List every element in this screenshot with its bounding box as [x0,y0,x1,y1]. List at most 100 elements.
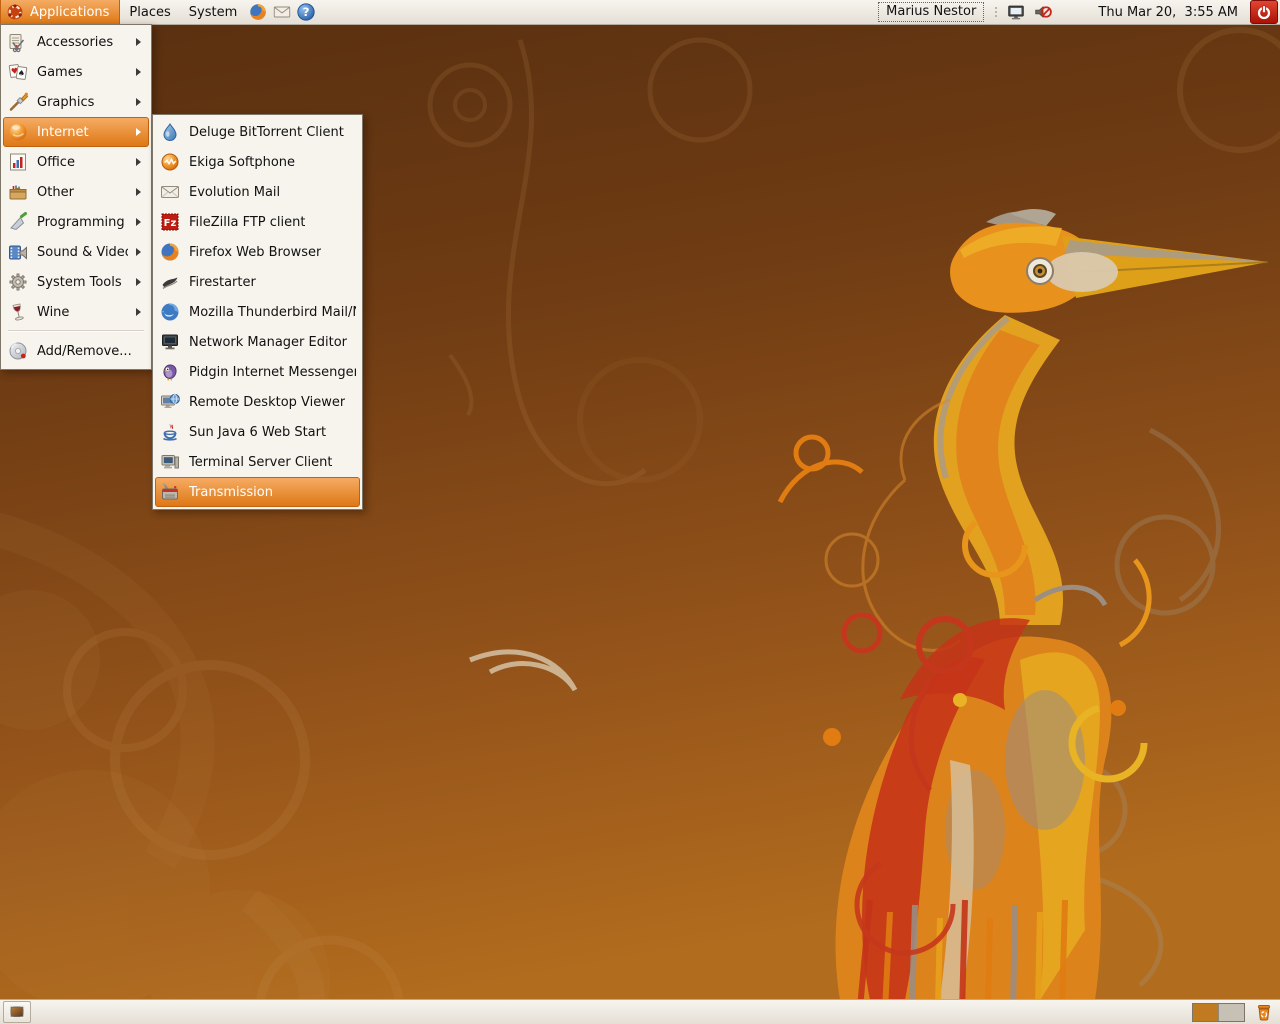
submenu-arrow-icon [136,278,141,286]
menu-item-label: Evolution Mail [189,185,280,200]
submenu-arrow-icon [136,308,141,316]
menu-item-label: Terminal Server Client [189,455,332,470]
system-menu-button[interactable]: System [180,0,246,24]
menu-item-network-manager[interactable]: Network Manager Editor [155,327,360,357]
menu-item-label: FileZilla FTP client [189,215,305,230]
filezilla-icon: Fz [159,211,181,233]
network-monitor-icon [159,331,181,353]
menu-item-add-remove[interactable]: Add/Remove... [3,335,149,367]
menu-item-label: Network Manager Editor [189,335,347,350]
trash-applet[interactable] [1252,1000,1276,1024]
display-indicator[interactable] [1004,0,1028,24]
menu-item-games[interactable]: ♥ ♠ Games [3,57,149,87]
menu-item-remote-desktop[interactable]: Remote Desktop Viewer [155,387,360,417]
bottom-panel [0,999,1280,1024]
places-menu-label: Places [129,5,170,20]
add-remove-cd-icon [7,340,29,362]
submenu-arrow-icon [136,38,141,46]
games-icon: ♥ ♠ [7,61,29,83]
show-desktop-button[interactable] [3,1001,31,1023]
menu-item-other[interactable]: Other [3,177,149,207]
ubuntu-logo-icon [6,3,24,21]
submenu-arrow-icon [136,188,141,196]
remote-desktop-icon [159,391,181,413]
menu-item-deluge[interactable]: Deluge BitTorrent Client [155,117,360,147]
pidgin-icon [159,361,181,383]
other-toolbox-icon [7,181,29,203]
menu-item-sound-video[interactable]: Sound & Video [3,237,149,267]
menu-item-ekiga[interactable]: Ekiga Softphone [155,147,360,177]
applications-menu-button[interactable]: Applications [0,0,120,24]
menu-item-programming[interactable]: Programming [3,207,149,237]
firefox-icon [159,241,181,263]
firefox-launcher[interactable] [246,0,270,24]
internet-submenu: Deluge BitTorrent Client Ekiga Softphone… [152,114,363,510]
svg-text:?: ? [303,5,310,19]
volume-indicator[interactable] [1031,0,1055,24]
menu-item-label: Deluge BitTorrent Client [189,125,344,140]
applet-handle[interactable] [995,7,997,17]
java-icon [159,421,181,443]
menu-item-internet[interactable]: Internet [3,117,149,147]
shutdown-button[interactable] [1250,0,1278,24]
system-menu-label: System [189,5,237,20]
menu-item-label: Sun Java 6 Web Start [189,425,326,440]
menu-item-label: Mozilla Thunderbird Mail/News [189,305,356,320]
show-desktop-icon [9,1004,25,1020]
desktop-screen: Applications Places System [0,0,1280,1024]
clock-label: Thu Mar 20, 3:55 AM [1098,5,1238,20]
internet-globe-icon [7,121,29,143]
clock[interactable]: Thu Mar 20, 3:55 AM [1058,0,1245,35]
menu-item-terminal-server[interactable]: Terminal Server Client [155,447,360,477]
menu-item-label: Firestarter [189,275,256,290]
menu-item-evolution[interactable]: Evolution Mail [155,177,360,207]
menu-item-label: Internet [37,125,89,140]
evolution-envelope-icon [159,181,181,203]
transmission-icon [159,481,181,503]
menu-item-firestarter[interactable]: Firestarter [155,267,360,297]
help-launcher[interactable]: ? [294,0,318,24]
office-icon [7,151,29,173]
menu-item-accessories[interactable]: Accessories [3,27,149,57]
menu-item-wine[interactable]: Wine [3,297,149,327]
applications-menu: Accessories ♥ ♠ Games [0,24,152,370]
top-panel-left: Applications Places System [0,0,318,24]
menu-item-firefox[interactable]: Firefox Web Browser [155,237,360,267]
user-switcher-button[interactable]: Marius Nestor [878,2,984,22]
menu-item-label: Programming [37,215,125,230]
trash-icon [1254,1002,1274,1022]
menu-item-pidgin[interactable]: Pidgin Internet Messenger [155,357,360,387]
menu-item-label: Firefox Web Browser [189,245,321,260]
thunderbird-icon [159,301,181,323]
svg-text:♠: ♠ [17,68,25,78]
workspace-1[interactable] [1193,1004,1218,1021]
menu-item-office[interactable]: Office [3,147,149,177]
menu-item-label: System Tools [37,275,122,290]
user-name-label: Marius Nestor [886,4,976,19]
menu-item-sun-java[interactable]: Sun Java 6 Web Start [155,417,360,447]
menu-item-thunderbird[interactable]: Mozilla Thunderbird Mail/News [155,297,360,327]
evolution-mail-launcher[interactable] [270,0,294,24]
programming-trowel-icon [7,211,29,233]
sound-video-icon [7,241,29,263]
menu-item-label: Wine [37,305,69,320]
submenu-arrow-icon [136,158,141,166]
accessories-icon [7,31,29,53]
system-tools-gear-icon [7,271,29,293]
top-panel-right: Marius Nestor Thu Mar 20, 3:5 [878,0,1280,24]
mail-envelope-icon [272,2,292,22]
deluge-droplet-icon [159,121,181,143]
menu-item-label: Ekiga Softphone [189,155,295,170]
menu-item-graphics[interactable]: Graphics [3,87,149,117]
firestarter-icon [159,271,181,293]
menu-item-label: Pidgin Internet Messenger [189,365,356,380]
menu-item-system-tools[interactable]: System Tools [3,267,149,297]
menu-item-filezilla[interactable]: Fz FileZilla FTP client [155,207,360,237]
workspace-2[interactable] [1219,1004,1244,1021]
menu-item-transmission[interactable]: Transmission [155,477,360,507]
terminal-server-icon [159,451,181,473]
places-menu-button[interactable]: Places [120,0,179,24]
workspace-switcher [1192,1003,1245,1022]
wine-glass-icon [7,301,29,323]
power-icon [1256,4,1272,20]
